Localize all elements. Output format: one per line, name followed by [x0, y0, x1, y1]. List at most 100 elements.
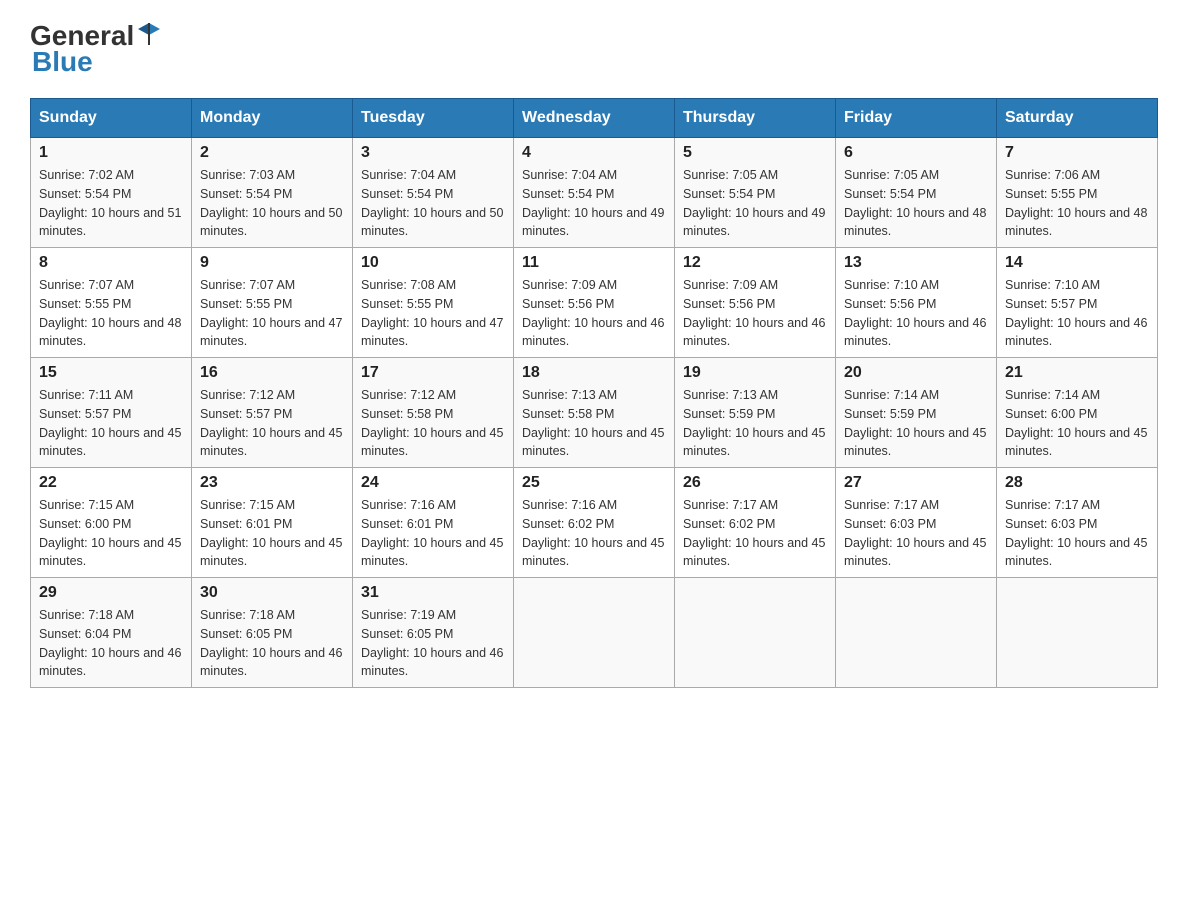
day-number: 28	[1005, 474, 1149, 492]
day-info: Sunrise: 7:07 AM Sunset: 5:55 PM Dayligh…	[39, 276, 183, 351]
day-number: 30	[200, 584, 344, 602]
day-number: 23	[200, 474, 344, 492]
logo-flag-icon	[136, 21, 162, 47]
day-info: Sunrise: 7:09 AM Sunset: 5:56 PM Dayligh…	[683, 276, 827, 351]
calendar-week-row: 29 Sunrise: 7:18 AM Sunset: 6:04 PM Dayl…	[31, 578, 1158, 688]
calendar-day-cell: 22 Sunrise: 7:15 AM Sunset: 6:00 PM Dayl…	[31, 468, 192, 578]
weekday-header-sunday: Sunday	[31, 99, 192, 138]
day-number: 14	[1005, 254, 1149, 272]
day-info: Sunrise: 7:16 AM Sunset: 6:02 PM Dayligh…	[522, 496, 666, 571]
calendar-day-cell	[514, 578, 675, 688]
day-info: Sunrise: 7:19 AM Sunset: 6:05 PM Dayligh…	[361, 606, 505, 681]
calendar-day-cell	[997, 578, 1158, 688]
calendar-table: SundayMondayTuesdayWednesdayThursdayFrid…	[30, 98, 1158, 688]
day-number: 20	[844, 364, 988, 382]
day-info: Sunrise: 7:07 AM Sunset: 5:55 PM Dayligh…	[200, 276, 344, 351]
day-number: 17	[361, 364, 505, 382]
day-number: 31	[361, 584, 505, 602]
day-number: 29	[39, 584, 183, 602]
calendar-day-cell: 19 Sunrise: 7:13 AM Sunset: 5:59 PM Dayl…	[675, 358, 836, 468]
day-number: 4	[522, 144, 666, 162]
day-number: 9	[200, 254, 344, 272]
day-info: Sunrise: 7:15 AM Sunset: 6:00 PM Dayligh…	[39, 496, 183, 571]
calendar-day-cell: 30 Sunrise: 7:18 AM Sunset: 6:05 PM Dayl…	[192, 578, 353, 688]
logo-blue-text: Blue	[32, 46, 93, 78]
day-number: 6	[844, 144, 988, 162]
calendar-day-cell: 5 Sunrise: 7:05 AM Sunset: 5:54 PM Dayli…	[675, 138, 836, 248]
weekday-header-thursday: Thursday	[675, 99, 836, 138]
day-number: 16	[200, 364, 344, 382]
day-info: Sunrise: 7:18 AM Sunset: 6:04 PM Dayligh…	[39, 606, 183, 681]
calendar-day-cell: 31 Sunrise: 7:19 AM Sunset: 6:05 PM Dayl…	[353, 578, 514, 688]
day-number: 22	[39, 474, 183, 492]
weekday-header-saturday: Saturday	[997, 99, 1158, 138]
calendar-day-cell: 16 Sunrise: 7:12 AM Sunset: 5:57 PM Dayl…	[192, 358, 353, 468]
day-info: Sunrise: 7:03 AM Sunset: 5:54 PM Dayligh…	[200, 166, 344, 241]
day-info: Sunrise: 7:13 AM Sunset: 5:59 PM Dayligh…	[683, 386, 827, 461]
calendar-day-cell: 6 Sunrise: 7:05 AM Sunset: 5:54 PM Dayli…	[836, 138, 997, 248]
calendar-day-cell: 12 Sunrise: 7:09 AM Sunset: 5:56 PM Dayl…	[675, 248, 836, 358]
calendar-day-cell: 1 Sunrise: 7:02 AM Sunset: 5:54 PM Dayli…	[31, 138, 192, 248]
day-info: Sunrise: 7:12 AM Sunset: 5:57 PM Dayligh…	[200, 386, 344, 461]
calendar-week-row: 1 Sunrise: 7:02 AM Sunset: 5:54 PM Dayli…	[31, 138, 1158, 248]
calendar-day-cell: 2 Sunrise: 7:03 AM Sunset: 5:54 PM Dayli…	[192, 138, 353, 248]
calendar-day-cell: 17 Sunrise: 7:12 AM Sunset: 5:58 PM Dayl…	[353, 358, 514, 468]
day-number: 11	[522, 254, 666, 272]
weekday-header-monday: Monday	[192, 99, 353, 138]
day-info: Sunrise: 7:17 AM Sunset: 6:02 PM Dayligh…	[683, 496, 827, 571]
day-info: Sunrise: 7:08 AM Sunset: 5:55 PM Dayligh…	[361, 276, 505, 351]
day-number: 5	[683, 144, 827, 162]
calendar-day-cell: 18 Sunrise: 7:13 AM Sunset: 5:58 PM Dayl…	[514, 358, 675, 468]
calendar-week-row: 22 Sunrise: 7:15 AM Sunset: 6:00 PM Dayl…	[31, 468, 1158, 578]
day-info: Sunrise: 7:17 AM Sunset: 6:03 PM Dayligh…	[844, 496, 988, 571]
day-number: 18	[522, 364, 666, 382]
calendar-day-cell: 28 Sunrise: 7:17 AM Sunset: 6:03 PM Dayl…	[997, 468, 1158, 578]
day-info: Sunrise: 7:05 AM Sunset: 5:54 PM Dayligh…	[844, 166, 988, 241]
weekday-header-friday: Friday	[836, 99, 997, 138]
day-info: Sunrise: 7:13 AM Sunset: 5:58 PM Dayligh…	[522, 386, 666, 461]
day-number: 26	[683, 474, 827, 492]
calendar-day-cell	[675, 578, 836, 688]
calendar-day-cell: 23 Sunrise: 7:15 AM Sunset: 6:01 PM Dayl…	[192, 468, 353, 578]
day-info: Sunrise: 7:05 AM Sunset: 5:54 PM Dayligh…	[683, 166, 827, 241]
weekday-header-wednesday: Wednesday	[514, 99, 675, 138]
day-info: Sunrise: 7:04 AM Sunset: 5:54 PM Dayligh…	[361, 166, 505, 241]
day-number: 10	[361, 254, 505, 272]
day-info: Sunrise: 7:06 AM Sunset: 5:55 PM Dayligh…	[1005, 166, 1149, 241]
calendar-day-cell: 24 Sunrise: 7:16 AM Sunset: 6:01 PM Dayl…	[353, 468, 514, 578]
day-number: 7	[1005, 144, 1149, 162]
day-number: 1	[39, 144, 183, 162]
day-number: 3	[361, 144, 505, 162]
calendar-day-cell: 20 Sunrise: 7:14 AM Sunset: 5:59 PM Dayl…	[836, 358, 997, 468]
day-info: Sunrise: 7:10 AM Sunset: 5:57 PM Dayligh…	[1005, 276, 1149, 351]
calendar-day-cell: 7 Sunrise: 7:06 AM Sunset: 5:55 PM Dayli…	[997, 138, 1158, 248]
calendar-day-cell: 29 Sunrise: 7:18 AM Sunset: 6:04 PM Dayl…	[31, 578, 192, 688]
calendar-day-cell: 25 Sunrise: 7:16 AM Sunset: 6:02 PM Dayl…	[514, 468, 675, 578]
weekday-header-row: SundayMondayTuesdayWednesdayThursdayFrid…	[31, 99, 1158, 138]
day-info: Sunrise: 7:09 AM Sunset: 5:56 PM Dayligh…	[522, 276, 666, 351]
calendar-week-row: 15 Sunrise: 7:11 AM Sunset: 5:57 PM Dayl…	[31, 358, 1158, 468]
day-number: 19	[683, 364, 827, 382]
day-info: Sunrise: 7:14 AM Sunset: 5:59 PM Dayligh…	[844, 386, 988, 461]
day-info: Sunrise: 7:15 AM Sunset: 6:01 PM Dayligh…	[200, 496, 344, 571]
calendar-day-cell: 27 Sunrise: 7:17 AM Sunset: 6:03 PM Dayl…	[836, 468, 997, 578]
day-number: 8	[39, 254, 183, 272]
day-number: 12	[683, 254, 827, 272]
calendar-day-cell: 21 Sunrise: 7:14 AM Sunset: 6:00 PM Dayl…	[997, 358, 1158, 468]
day-number: 13	[844, 254, 988, 272]
day-info: Sunrise: 7:04 AM Sunset: 5:54 PM Dayligh…	[522, 166, 666, 241]
calendar-day-cell: 14 Sunrise: 7:10 AM Sunset: 5:57 PM Dayl…	[997, 248, 1158, 358]
calendar-day-cell: 3 Sunrise: 7:04 AM Sunset: 5:54 PM Dayli…	[353, 138, 514, 248]
weekday-header-tuesday: Tuesday	[353, 99, 514, 138]
page-header: General Blue	[30, 20, 1158, 78]
day-info: Sunrise: 7:02 AM Sunset: 5:54 PM Dayligh…	[39, 166, 183, 241]
calendar-day-cell: 13 Sunrise: 7:10 AM Sunset: 5:56 PM Dayl…	[836, 248, 997, 358]
day-number: 27	[844, 474, 988, 492]
calendar-week-row: 8 Sunrise: 7:07 AM Sunset: 5:55 PM Dayli…	[31, 248, 1158, 358]
day-info: Sunrise: 7:17 AM Sunset: 6:03 PM Dayligh…	[1005, 496, 1149, 571]
calendar-day-cell: 15 Sunrise: 7:11 AM Sunset: 5:57 PM Dayl…	[31, 358, 192, 468]
day-info: Sunrise: 7:10 AM Sunset: 5:56 PM Dayligh…	[844, 276, 988, 351]
calendar-day-cell: 11 Sunrise: 7:09 AM Sunset: 5:56 PM Dayl…	[514, 248, 675, 358]
logo: General Blue	[30, 20, 162, 78]
day-info: Sunrise: 7:12 AM Sunset: 5:58 PM Dayligh…	[361, 386, 505, 461]
